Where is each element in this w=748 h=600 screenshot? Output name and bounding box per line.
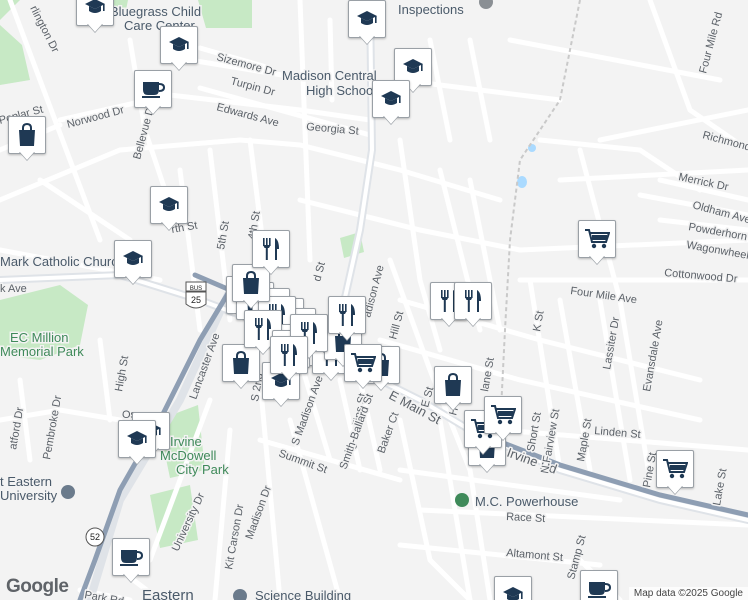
route-shield-25: 25 BUS [185,281,207,309]
shopping-icon [8,116,46,154]
school-marker[interactable] [76,0,114,34]
restaurant-icon [270,336,308,374]
place-madison-central-line2: High School [306,83,376,98]
school-marker[interactable] [150,186,188,232]
street-pembroke: Pembroke Dr [41,394,64,460]
street-park-ave: k Ave [0,283,27,295]
cart-marker[interactable] [656,450,694,496]
restaurant-marker[interactable] [454,282,492,328]
place-mark-catholic: Mark Catholic Church [0,254,125,269]
school-icon [372,80,410,118]
google-logo: Google [6,576,69,597]
cart-marker[interactable] [484,396,522,442]
shopping-marker[interactable] [434,366,472,412]
restaurant-marker[interactable] [328,296,366,342]
street-maple: Maple St [575,418,594,463]
restaurant-icon [328,296,366,334]
shopping-icon [434,366,472,404]
street-turpin: Turpin Dr [229,75,276,98]
cart-icon [578,220,616,258]
place-eastern: Eastern [142,587,194,600]
school-icon [348,0,386,38]
school-marker[interactable] [348,0,386,46]
street-norwood: Norwood Dr [66,104,126,131]
coffee-icon [112,538,150,576]
restaurant-marker[interactable] [252,230,290,276]
school-icon [494,576,532,600]
school-marker[interactable] [160,26,198,72]
map-attribution: Map data ©2025 Google [628,587,748,600]
university-dot [61,485,75,499]
powerhouse-dot [455,493,469,507]
railroad [499,0,581,431]
street-georgia: Georgia St [306,121,359,138]
street-high: High St [113,355,131,393]
cart-icon [656,450,694,488]
school-marker[interactable] [494,576,532,600]
svg-text:52: 52 [90,532,100,542]
street-altamont: Altamont St [506,547,564,564]
coffee-icon [134,70,172,108]
cart-icon [484,396,522,434]
street-baker: Baker Ct [376,411,402,455]
svg-text:BUS: BUS [190,286,202,292]
place-eastern-university-line2: University [0,488,58,503]
school-marker[interactable] [114,240,152,286]
cart-icon [344,344,382,382]
place-madison-central-line1: Madison Central [282,68,377,83]
cart-marker[interactable] [578,220,616,266]
place-science-building: Science Building [255,588,351,600]
place-irvine-mcdowell-line1: Irvine [170,434,202,449]
coffee-marker[interactable] [580,570,618,600]
place-inspections: Inspections [398,2,464,17]
school-icon [160,26,198,64]
inspections-dot [479,0,493,9]
school-icon [114,240,152,278]
street-burlington: rlington Dr [27,4,61,55]
street-four-mile-rd: Four Mile Rd [697,11,725,75]
street-park-rd: Park Rd [83,589,124,600]
coffee-marker[interactable] [134,70,172,116]
school-marker[interactable] [118,420,156,466]
science-dot [233,589,247,600]
cart-marker[interactable] [344,344,382,390]
street-third: d St [311,261,328,283]
street-sizemore: Sizemore Dr [215,51,277,78]
place-eastern-university-line1: t Eastern [0,474,52,489]
place-ec-million-line2: Memorial Park [0,344,84,359]
street-race: Race St [506,511,546,525]
place-mc-powerhouse: M.C. Powerhouse [475,494,578,509]
route-shield-52: 52 [85,527,105,547]
street-four-mile-ave: Four Mile Ave [570,285,638,306]
map-canvas[interactable]: Bluegrass Child Care Center Inspections … [0,0,748,600]
street-cottonwood: Cottonwood Dr [664,267,738,285]
shopping-marker[interactable] [8,116,46,162]
place-irvine-mcdowell-line3: City Park [176,462,229,477]
street-k-st: K St [531,310,546,333]
school-icon [150,186,188,224]
school-icon [118,420,156,458]
place-ec-million-line1: EC Million [10,330,69,345]
svg-text:25: 25 [191,295,201,305]
street-evansdale: Evansdale Ave [641,319,665,393]
restaurant-icon [252,230,290,268]
place-bluegrass-child-care-line1: Bluegrass Child [110,4,201,19]
restaurant-icon [454,282,492,320]
school-marker[interactable] [372,80,410,126]
restaurant-marker[interactable] [270,336,308,382]
coffee-marker[interactable] [112,538,150,584]
street-lake: Lake St [711,468,729,507]
street-hill: Hill St [387,310,406,341]
coffee-icon [580,570,618,600]
